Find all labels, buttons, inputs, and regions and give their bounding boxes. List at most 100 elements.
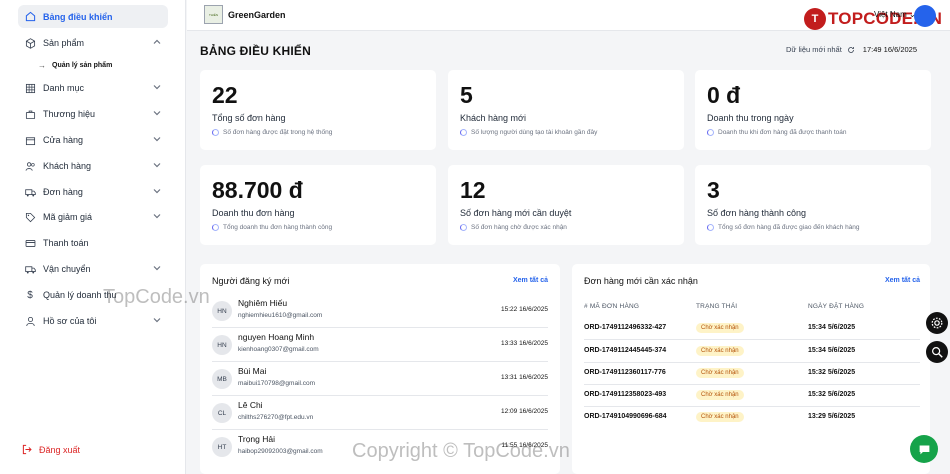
language-label: Việt Nam [874,10,907,19]
list-item[interactable]: CL Lê Chi chilths276270@fpt.edu.vn 12:09… [212,396,548,430]
loading-icon [707,129,714,136]
order-code: ORD-1749112445445-374 [584,347,667,354]
user-name: nguyen Hoang Minh [238,332,315,342]
status-badge: Chờ xác nhận [696,346,744,356]
table-row[interactable]: ORD-1749112358023-493 Chờ xác nhận 15:32… [584,385,920,407]
sidebar-item-profile[interactable]: Hồ sơ của tôi [18,309,168,333]
sidebar-item-customers[interactable]: Khách hàng [18,154,168,178]
order-date: 15:34 5/6/2025 [808,347,856,354]
shipping-icon [23,262,37,276]
stat-card-total-orders: 22 Tổng số đơn hàng Số đơn hàng được đặt… [200,70,436,150]
sidebar-item-label: Thanh toán [43,238,89,248]
chevron-down-icon [153,214,161,219]
sidebar-item-coupons[interactable]: Mã giảm giá [18,205,168,229]
stat-description: Doanh thu khi đơn hàng đã được thanh toá… [707,129,847,136]
stat-value: 5 [460,82,473,108]
stat-value: 88.700 đ [212,177,303,203]
chat-icon [919,444,929,454]
tag-icon [23,210,37,224]
sidebar-item-label: Danh mục [43,83,85,93]
user-avatar[interactable] [914,5,936,27]
logout-button[interactable]: Đăng xuất [22,444,80,455]
sidebar-item-brands[interactable]: Thương hiệu [18,102,168,126]
list-item[interactable]: HN Nghiêm Hiếu nghiemhieu1610@gmail.com … [212,294,548,328]
loading-icon [460,224,467,231]
avatar: CL [212,403,232,423]
column-header-order-code: # MÃ ĐƠN HÀNG [584,303,640,310]
registered-time: 12:09 16/6/2025 [501,408,548,415]
user-icon [23,314,37,328]
topcode-logo-icon: T [804,8,826,30]
store-icon [23,133,37,147]
stat-label: Doanh thu trong ngày [707,113,794,123]
loading-icon [212,129,219,136]
list-item[interactable]: HN nguyen Hoang Minh kienhoang0307@gmail… [212,328,548,362]
column-header-status: TRẠNG THÁI [696,303,738,310]
sidebar-item-payments[interactable]: Thanh toán [18,231,168,255]
user-email: nghiemhieu1610@gmail.com [238,312,323,319]
registered-time: 15:22 16/6/2025 [501,306,548,313]
table-row[interactable]: ORD-1749112496332-427 Chờ xác nhận 15:34… [584,318,920,340]
sidebar-item-dashboard[interactable]: Bảng điều khiển [18,5,168,28]
search-float-button[interactable] [926,341,948,363]
stat-description: Tổng số đơn hàng đã được giao đến khách … [707,224,860,231]
order-date: 13:29 5/6/2025 [808,413,856,420]
stat-description-text: Tổng số đơn hàng đã được giao đến khách … [718,224,860,231]
see-all-orders-link[interactable]: Xem tất cả [885,277,920,284]
language-selector[interactable]: Việt Nam ⌄ [874,10,916,19]
see-all-users-link[interactable]: Xem tất cả [513,277,548,284]
topbar: THIÊN GreenGarden T TOPCODE.VN Việt Nam … [187,0,950,31]
stat-label: Doanh thu đơn hàng [212,208,295,218]
stat-description: Số lượng người dùng tạo tài khoản gần đâ… [460,129,597,136]
loading-icon [707,224,714,231]
home-icon [23,10,37,24]
stat-value: 3 [707,177,720,203]
user-email: chilths276270@fpt.edu.vn [238,414,314,421]
list-item[interactable]: MB Bùi Mai maibui170798@gmail.com 13:31 … [212,362,548,396]
watermark-copyright: Copyright © TopCode.vn [352,440,570,462]
sidebar-item-label: Sản phẩm [43,38,85,48]
chevron-down-icon [153,163,161,168]
stat-description-text: Số lượng người dùng tạo tài khoản gần đâ… [471,129,598,136]
stat-description: Số đơn hàng được đặt trong hệ thống [212,129,332,136]
logout-icon [22,444,32,455]
chevron-down-icon [153,189,161,194]
user-email: kienhoang0307@gmail.com [238,346,319,353]
order-code: ORD-1749112360117-776 [584,369,666,376]
table-row[interactable]: ORD-1749112445445-374 Chờ xác nhận 15:34… [584,341,920,363]
sidebar-item-label: Khách hàng [43,161,92,171]
settings-float-button[interactable] [926,312,948,334]
brand-name: GreenGarden [228,10,286,20]
card-icon [23,236,37,250]
page-title: BẢNG ĐIỀU KHIỂN [200,44,312,58]
loading-icon [460,129,467,136]
order-date: 15:32 5/6/2025 [808,391,856,398]
registered-time: 13:33 16/6/2025 [501,340,548,347]
order-code: ORD-1749112358023-493 [584,391,667,398]
chevron-up-icon [153,39,161,44]
chevron-down-icon [153,137,161,142]
sidebar-subitem-manage-products[interactable]: → Quản lý sản phẩm [38,61,112,70]
stat-label: Tổng số đơn hàng [212,113,286,123]
stat-value: 22 [212,82,238,108]
chat-button[interactable] [910,435,938,463]
sidebar-item-orders[interactable]: Đơn hàng [18,180,168,204]
grid-icon [23,81,37,95]
arrow-right-icon: → [38,61,46,70]
stat-card-pending-orders: 12 Số đơn hàng mới cần duyệt Số đơn hàng… [448,165,684,245]
briefcase-icon [23,107,37,121]
stat-description-text: Tổng doanh thu đơn hàng thành công [223,224,333,231]
brand-logo[interactable]: THIÊN [204,5,223,24]
table-row[interactable]: ORD-1749112360117-776 Chờ xác nhận 15:32… [584,363,920,385]
stat-description-text: Số đơn hàng được đặt trong hệ thống [223,129,333,136]
chevron-down-icon [153,85,161,90]
avatar: HN [212,335,232,355]
sidebar-item-stores[interactable]: Cửa hàng [18,128,168,152]
sidebar-item-shipping[interactable]: Vận chuyển [18,257,168,281]
sidebar-item-categories[interactable]: Danh mục [18,76,168,100]
table-row[interactable]: ORD-1749104990696-684 Chờ xác nhận 13:29… [584,407,920,429]
stat-card-successful-orders: 3 Số đơn hàng thành công Tổng số đơn hàn… [695,165,931,245]
refresh-indicator[interactable]: Dữ liệu mới nhất 17:49 16/6/2025 [786,45,917,54]
sidebar-item-label: Bảng điều khiển [43,11,113,22]
sidebar-item-products[interactable]: Sản phẩm [18,31,168,55]
